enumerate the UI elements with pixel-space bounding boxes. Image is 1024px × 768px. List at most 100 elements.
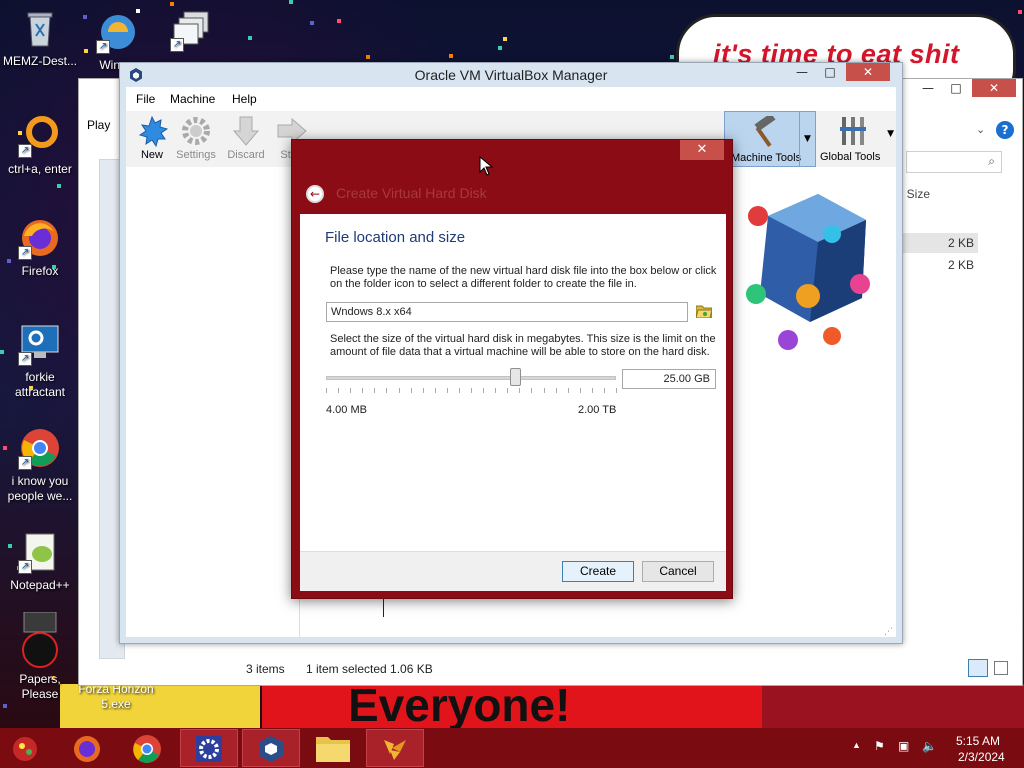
desktop-icon-chrome-shortcut[interactable]: ↗ i know you people we...: [0, 426, 80, 504]
menu-machine[interactable]: Machine: [170, 92, 215, 106]
gear-icon: [180, 115, 212, 147]
desktop-icon-papers-please[interactable]: Papers, Please: [0, 611, 80, 702]
orange-ring-icon: ↗: [18, 114, 62, 158]
details-view-icon[interactable]: [968, 659, 988, 677]
winaero-icon: ↗: [96, 10, 140, 54]
slider-tick: [603, 388, 605, 393]
clock-date[interactable]: 2/3/2024: [958, 750, 1005, 764]
explorer-status-bar: 3 items 1 item selected 1.06 KB: [226, 653, 1008, 683]
desktop-icon-firefox[interactable]: ↗ Firefox: [0, 216, 80, 279]
vbox-machine-list[interactable]: [126, 167, 300, 637]
gear-icon: [194, 734, 224, 767]
resize-grip-icon[interactable]: ⋰: [884, 627, 894, 637]
back-arrow-icon[interactable]: ←: [306, 185, 324, 203]
clock-time[interactable]: 5:15 AM: [956, 734, 1000, 748]
confetti-dot: [289, 0, 293, 4]
explorer-maximize-button[interactable]: □: [942, 79, 970, 97]
vbox-close-button[interactable]: ✕: [846, 63, 890, 81]
status-selection: 1 item selected 1.06 KB: [306, 662, 433, 676]
slider-tick: [386, 388, 388, 393]
toolbar-machine-tools-button[interactable]: Machine Tools ▼: [724, 111, 816, 167]
desktop-icon-notepad-plus-plus[interactable]: ↗ Notepad++: [0, 530, 80, 593]
tray-overflow-icon[interactable]: ▲: [852, 740, 861, 750]
slider-max-label: 2.00 TB: [578, 404, 617, 416]
desktop-icon-ctrl-a-enter[interactable]: ↗ ctrl+a, enter: [0, 114, 80, 177]
shortcut-arrow-icon: ↗: [96, 40, 110, 54]
confetti-dot: [498, 46, 502, 50]
menu-help[interactable]: Help: [232, 92, 257, 106]
confetti-dot: [57, 184, 61, 188]
slider-tick: [579, 388, 581, 393]
folder-icon: [316, 734, 350, 765]
start-button[interactable]: [0, 729, 50, 767]
desktop-icon-recycle-bin[interactable]: MEMZ-Dest...: [0, 6, 80, 69]
column-header-size[interactable]: Size: [907, 187, 930, 201]
taskbar-firefox-button[interactable]: [58, 729, 116, 767]
taskbar-chrome-button[interactable]: [118, 729, 176, 767]
toolbar-new-button[interactable]: New: [130, 115, 174, 161]
cancel-button[interactable]: Cancel: [642, 561, 714, 582]
size-description: Select the size of the virtual hard disk…: [330, 333, 716, 358]
firefox-icon: ↗: [18, 216, 62, 260]
location-description: Please type the name of the new virtual …: [330, 265, 717, 290]
slider-tick: [543, 388, 545, 393]
toolbar-global-tools-button[interactable]: Global Tools ▼: [820, 111, 894, 167]
slider-tick: [410, 388, 412, 393]
confetti-dot: [670, 55, 674, 59]
section-title: File location and size: [325, 229, 466, 246]
desktop-icon-forza-horizon[interactable]: Forza Horizon 5.exe: [76, 682, 156, 712]
global-tools-dropdown-arrow-icon[interactable]: ▼: [887, 129, 894, 139]
file-name-input[interactable]: Wndows 8.x x64: [326, 302, 688, 322]
taskbar-settings-button[interactable]: [180, 729, 238, 767]
slider-tick: [374, 388, 376, 393]
vbox-maximize-button[interactable]: □: [816, 63, 844, 81]
chevron-down-icon[interactable]: ⌄: [976, 123, 992, 139]
toolbar-settings-button[interactable]: Settings: [174, 115, 218, 161]
size-input[interactable]: 25.00 GB: [622, 369, 716, 389]
chrome-icon: [131, 733, 163, 768]
desktop-icon-stack[interactable]: ↗: [152, 8, 232, 56]
explorer-close-button[interactable]: ✕: [972, 79, 1016, 97]
slider-tick: [434, 388, 436, 393]
confetti-dot: [503, 37, 507, 41]
create-virtual-hard-disk-dialog[interactable]: ✕ ← Create Virtual Hard Disk File locati…: [291, 139, 733, 599]
folder-icon[interactable]: [695, 304, 713, 319]
recycle-bin-icon: [18, 6, 62, 50]
new-star-icon: [136, 115, 169, 148]
confetti-dot: [310, 21, 314, 25]
slider-tick: [326, 388, 327, 393]
shortcut-arrow-icon: ↗: [18, 456, 32, 470]
dialog-close-button[interactable]: ✕: [680, 140, 724, 160]
status-item-count: 3 items: [246, 662, 285, 676]
notepad-plus-plus-icon: ↗: [18, 530, 62, 574]
speaker-muted-icon[interactable]: 🔈: [922, 739, 937, 753]
explorer-search-input[interactable]: ⌕: [906, 151, 1002, 173]
size-slider-thumb[interactable]: [509, 368, 521, 386]
confetti-dot: [1018, 10, 1022, 14]
size-slider-track[interactable]: [326, 376, 616, 380]
dialog-content: File location and size Please type the n…: [300, 214, 726, 551]
toolbar-discard-button[interactable]: Discard: [224, 115, 268, 161]
taskbar-file-explorer-button[interactable]: [304, 729, 362, 767]
tools-icon: [838, 115, 868, 147]
slider-tick: [422, 388, 424, 393]
machine-tools-dropdown-arrow-icon[interactable]: ▼: [799, 112, 815, 166]
vbox-title-bar[interactable]: Oracle VM VirtualBox Manager — □ ✕: [120, 63, 902, 87]
desktop-icon-forkie[interactable]: ↗ forkie attractant: [0, 322, 80, 400]
slider-tick: [555, 388, 557, 393]
wallpaper-banner: Everyone!: [262, 684, 762, 728]
flag-icon[interactable]: ⚑: [874, 739, 885, 753]
explorer-minimize-button[interactable]: —: [914, 79, 942, 97]
large-icons-view-icon[interactable]: [994, 661, 1008, 675]
network-icon[interactable]: ▣: [898, 739, 909, 753]
taskbar-virtualbox-button[interactable]: [242, 729, 300, 767]
slider-tick: [362, 388, 364, 393]
confetti-dot: [3, 704, 7, 708]
taskbar-winaero-button[interactable]: [366, 729, 424, 767]
slider-tick: [616, 388, 617, 393]
vbox-minimize-button[interactable]: —: [788, 63, 816, 81]
menu-file[interactable]: File: [136, 92, 155, 106]
create-button[interactable]: Create: [562, 561, 634, 582]
help-icon[interactable]: ?: [996, 121, 1014, 139]
confetti-dot: [449, 54, 453, 58]
